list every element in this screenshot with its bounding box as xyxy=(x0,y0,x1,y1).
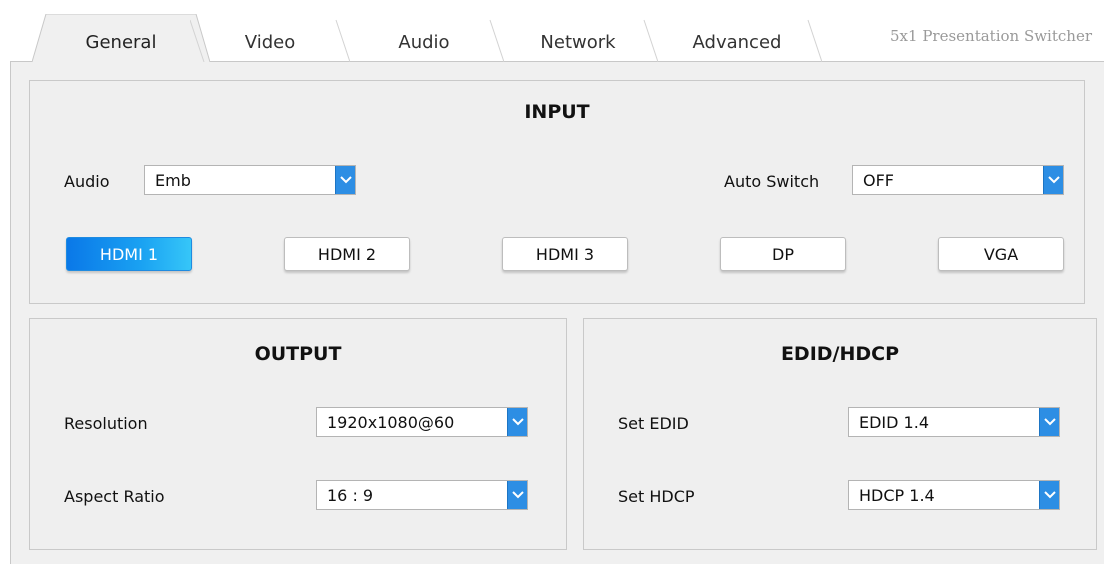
tab-video[interactable]: Video xyxy=(190,14,350,62)
set-hdcp-select-value: HDCP 1.4 xyxy=(859,485,935,505)
aspect-ratio-label: Aspect Ratio xyxy=(64,487,165,506)
source-button-vga[interactable]: VGA xyxy=(938,237,1064,271)
audio-select[interactable]: Emb xyxy=(144,165,356,195)
tab-advanced[interactable]: Advanced xyxy=(652,14,822,62)
product-name: 5x1 Presentation Switcher xyxy=(890,27,1092,45)
tab-label: Network xyxy=(540,31,616,53)
aspect-ratio-select-value: 16 : 9 xyxy=(327,485,374,505)
resolution-select-value: 1920x1080@60 xyxy=(327,412,455,432)
chevron-down-icon[interactable] xyxy=(507,408,527,436)
resolution-select[interactable]: 1920x1080@60 xyxy=(316,407,528,437)
input-title: INPUT xyxy=(524,101,590,123)
set-edid-label: Set EDID xyxy=(618,414,689,433)
chevron-down-icon[interactable] xyxy=(1039,408,1059,436)
output-title: OUTPUT xyxy=(254,343,342,365)
input-panel: INPUT Audio Emb Auto Switch OFF HDMI 1 H… xyxy=(29,80,1085,304)
audio-select-value: Emb xyxy=(155,170,191,190)
set-hdcp-select[interactable]: HDCP 1.4 xyxy=(848,480,1060,510)
auto-switch-select-value: OFF xyxy=(863,170,894,190)
chevron-down-icon[interactable] xyxy=(507,481,527,509)
auto-switch-label: Auto Switch xyxy=(724,172,820,191)
tab-label: Video xyxy=(244,31,296,53)
set-edid-select-value: EDID 1.4 xyxy=(859,412,929,432)
resolution-label: Resolution xyxy=(64,414,148,433)
source-button-hdmi2[interactable]: HDMI 2 xyxy=(284,237,410,271)
auto-switch-select[interactable]: OFF xyxy=(852,165,1064,195)
tab-network[interactable]: Network xyxy=(498,14,658,62)
output-panel: OUTPUT Resolution 1920x1080@60 Aspect Ra… xyxy=(29,318,567,550)
audio-label: Audio xyxy=(64,172,110,191)
edid-hdcp-panel: EDID/HDCP Set EDID EDID 1.4 Set HDCP HDC… xyxy=(583,318,1097,550)
chevron-down-icon[interactable] xyxy=(1043,166,1063,194)
general-content: INPUT Audio Emb Auto Switch OFF HDMI 1 H… xyxy=(10,62,1104,564)
tab-bar: General Video Audio Network Advanced 5x1… xyxy=(0,0,1104,62)
tab-general[interactable]: General xyxy=(32,14,210,62)
tab-label: Advanced xyxy=(692,31,782,53)
aspect-ratio-select[interactable]: 16 : 9 xyxy=(316,480,528,510)
source-button-dp[interactable]: DP xyxy=(720,237,846,271)
tab-label: General xyxy=(85,31,157,53)
source-button-hdmi3[interactable]: HDMI 3 xyxy=(502,237,628,271)
chevron-down-icon[interactable] xyxy=(335,166,355,194)
source-button-hdmi1[interactable]: HDMI 1 xyxy=(66,237,192,271)
chevron-down-icon[interactable] xyxy=(1039,481,1059,509)
tab-label: Audio xyxy=(398,31,450,53)
edid-hdcp-title: EDID/HDCP xyxy=(780,343,900,365)
tab-audio[interactable]: Audio xyxy=(344,14,504,62)
set-hdcp-label: Set HDCP xyxy=(618,487,695,506)
set-edid-select[interactable]: EDID 1.4 xyxy=(848,407,1060,437)
